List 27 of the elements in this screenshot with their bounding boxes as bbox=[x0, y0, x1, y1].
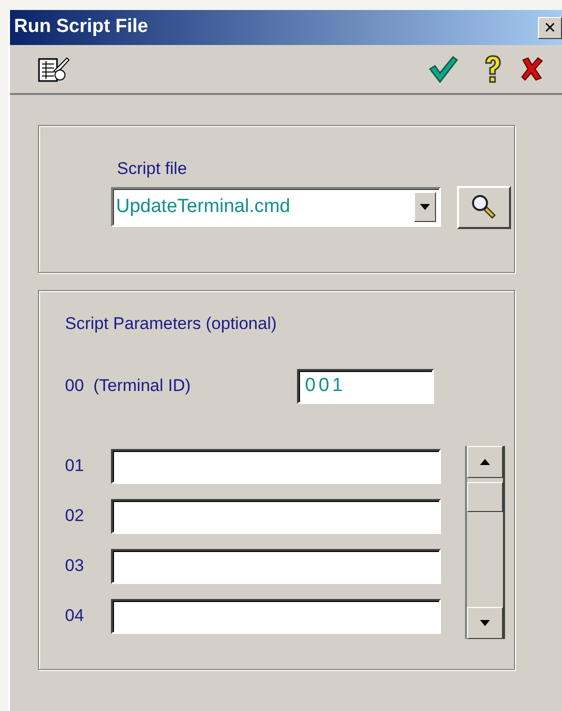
scroll-thumb[interactable] bbox=[467, 482, 503, 512]
parameter-field[interactable] bbox=[111, 598, 441, 634]
parameter-label: 04 bbox=[65, 605, 85, 628]
section-title: Script Parameters (optional) bbox=[65, 313, 278, 335]
parameter-field[interactable] bbox=[111, 548, 441, 584]
script-file-dropdown[interactable]: UpdateTerminal.cmd bbox=[111, 187, 441, 227]
field-label: 00 (Terminal ID) bbox=[65, 375, 192, 398]
selected-value: UpdateTerminal.cmd bbox=[115, 194, 292, 219]
checkmark-icon[interactable] bbox=[428, 55, 458, 83]
close-icon[interactable] bbox=[520, 56, 544, 82]
parameter-field[interactable] bbox=[111, 498, 441, 534]
scroll-down-button[interactable] bbox=[467, 606, 503, 638]
scroll-up-button[interactable] bbox=[467, 446, 503, 478]
parameter-field[interactable] bbox=[111, 448, 441, 484]
window-title: Run Script File bbox=[14, 15, 148, 40]
parameter-label: 03 bbox=[65, 555, 85, 578]
up-arrow-icon bbox=[480, 458, 490, 464]
browse-button[interactable] bbox=[457, 186, 511, 228]
parameter-label: 01 bbox=[65, 455, 85, 478]
form-edit-icon[interactable] bbox=[38, 55, 70, 83]
magnifier-icon bbox=[471, 194, 497, 220]
scrollbar[interactable] bbox=[465, 446, 505, 638]
close-button[interactable]: × bbox=[538, 16, 562, 38]
parameter-label: 02 bbox=[65, 505, 85, 528]
field-label: Script file bbox=[116, 158, 188, 180]
down-arrow-icon bbox=[480, 620, 490, 626]
terminal-id-field[interactable]: 001 bbox=[297, 368, 434, 404]
